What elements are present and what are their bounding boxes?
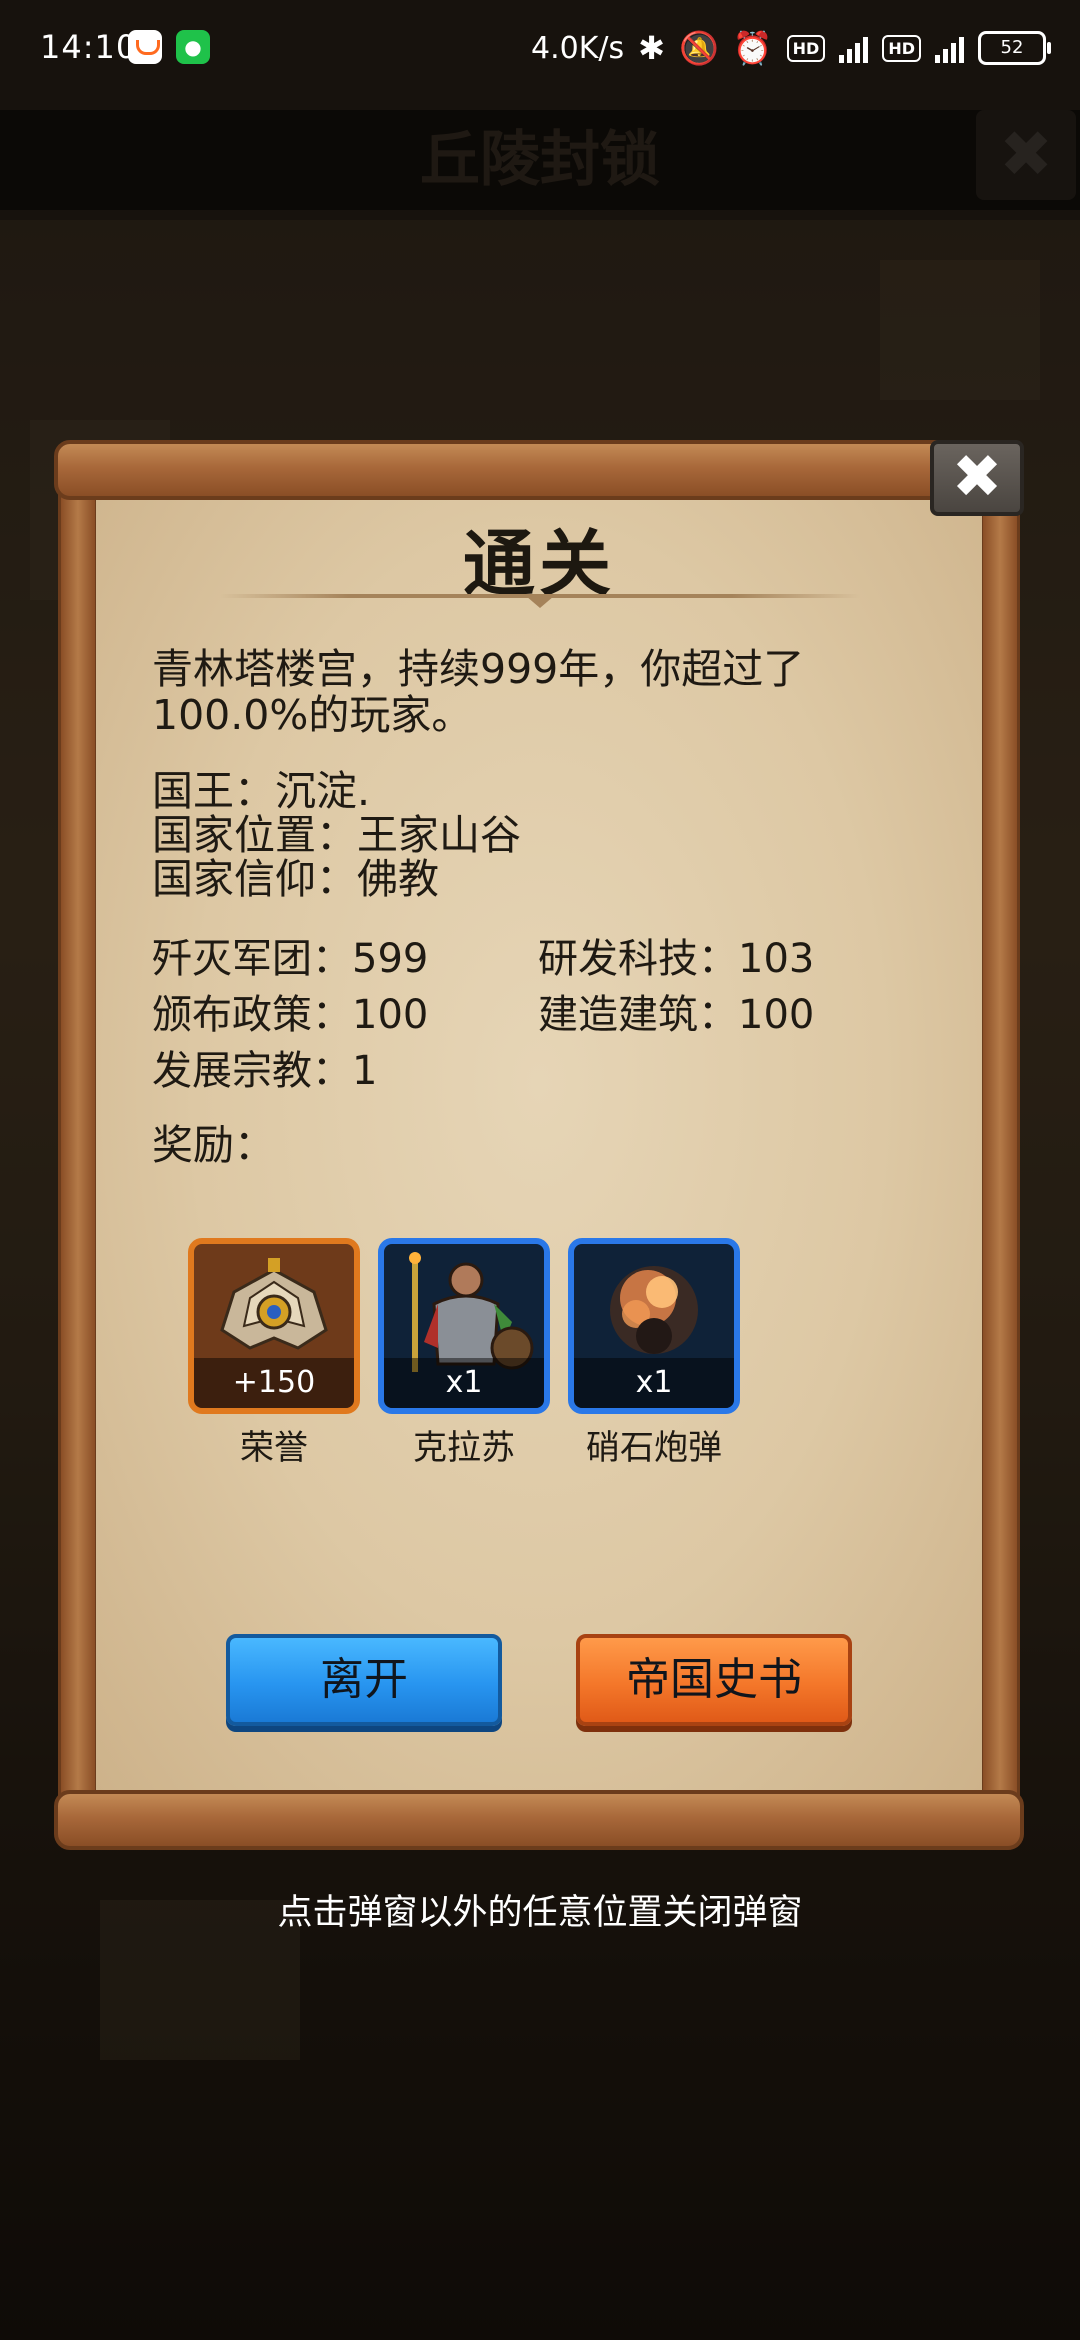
general-crassus-icon <box>409 1252 534 1372</box>
leave-button[interactable]: 离开 <box>226 1634 502 1726</box>
hd-icon: HD <box>786 34 826 62</box>
network-speed: 4.0K/s <box>531 30 625 66</box>
signal-icon <box>839 33 869 63</box>
hd-icon: HD <box>882 34 921 62</box>
scroll-top-rod <box>54 440 1024 500</box>
bluetooth-icon: ✱ <box>638 29 665 67</box>
reward-name: 硝石炮弹 <box>586 1428 722 1468</box>
scroll-bottom-rod <box>54 1790 1024 1850</box>
scroll-left-edge <box>58 490 98 1800</box>
battery-icon: 52 <box>978 31 1051 65</box>
status-indicators: 4.0K/s ✱ 🔕 ⏰ HD HD 52 <box>531 24 1051 72</box>
scroll-right-edge <box>980 490 1020 1800</box>
wechat-icon: ● <box>176 30 210 64</box>
stat-religions-developed: 发展宗教：1 <box>152 1048 378 1094</box>
reward-item-honor[interactable]: +150 荣誉 <box>188 1238 360 1469</box>
reward-frame: +150 <box>188 1238 360 1414</box>
alarm-icon: ⏰ <box>732 29 773 67</box>
stat-legions-destroyed: 歼灭军团：599 <box>152 936 429 982</box>
dismiss-hint: 点击弹窗以外的任意位置关闭弹窗 <box>277 1893 803 1933</box>
reward-label: 奖励： <box>152 1121 275 1169</box>
reward-count: x1 <box>574 1358 734 1408</box>
reward-item-saltpeter-cannonball[interactable]: x1 硝石炮弹 <box>568 1238 740 1469</box>
stat-tech-researched: 研发科技：103 <box>538 936 815 982</box>
location-info: 国家位置：王家山谷 <box>152 811 521 859</box>
honor-emblem-icon <box>220 1258 328 1350</box>
reward-frame: x1 <box>378 1238 550 1414</box>
reward-name: 克拉苏 <box>413 1428 515 1468</box>
app-notification-icon <box>128 30 162 64</box>
mute-icon: 🔕 <box>678 29 719 67</box>
stat-buildings-built: 建造建筑：100 <box>538 992 815 1038</box>
king-info: 国王：沉淀. <box>152 767 371 815</box>
reward-frame: x1 <box>568 1238 740 1414</box>
reward-count: +150 <box>194 1358 354 1408</box>
reward-item-crassus[interactable]: x1 克拉苏 <box>378 1238 550 1469</box>
signal-icon <box>935 33 964 63</box>
stat-policies-issued: 颁布政策：100 <box>152 992 429 1038</box>
faith-info: 国家信仰：佛教 <box>152 855 439 903</box>
title-divider <box>220 594 860 608</box>
reward-name: 荣誉 <box>240 1428 308 1468</box>
reward-count: x1 <box>384 1358 544 1408</box>
empire-history-button[interactable]: 帝国史书 <box>576 1634 852 1726</box>
status-time: 14:10 <box>40 28 138 66</box>
saltpeter-cannonball-icon <box>610 1266 698 1354</box>
status-bar: 14:10 ● 4.0K/s ✱ 🔕 ⏰ HD HD 52 <box>0 0 1080 96</box>
result-summary: 青林塔楼宫，持续999年，你超过了100.0%的玩家。 <box>152 645 805 739</box>
